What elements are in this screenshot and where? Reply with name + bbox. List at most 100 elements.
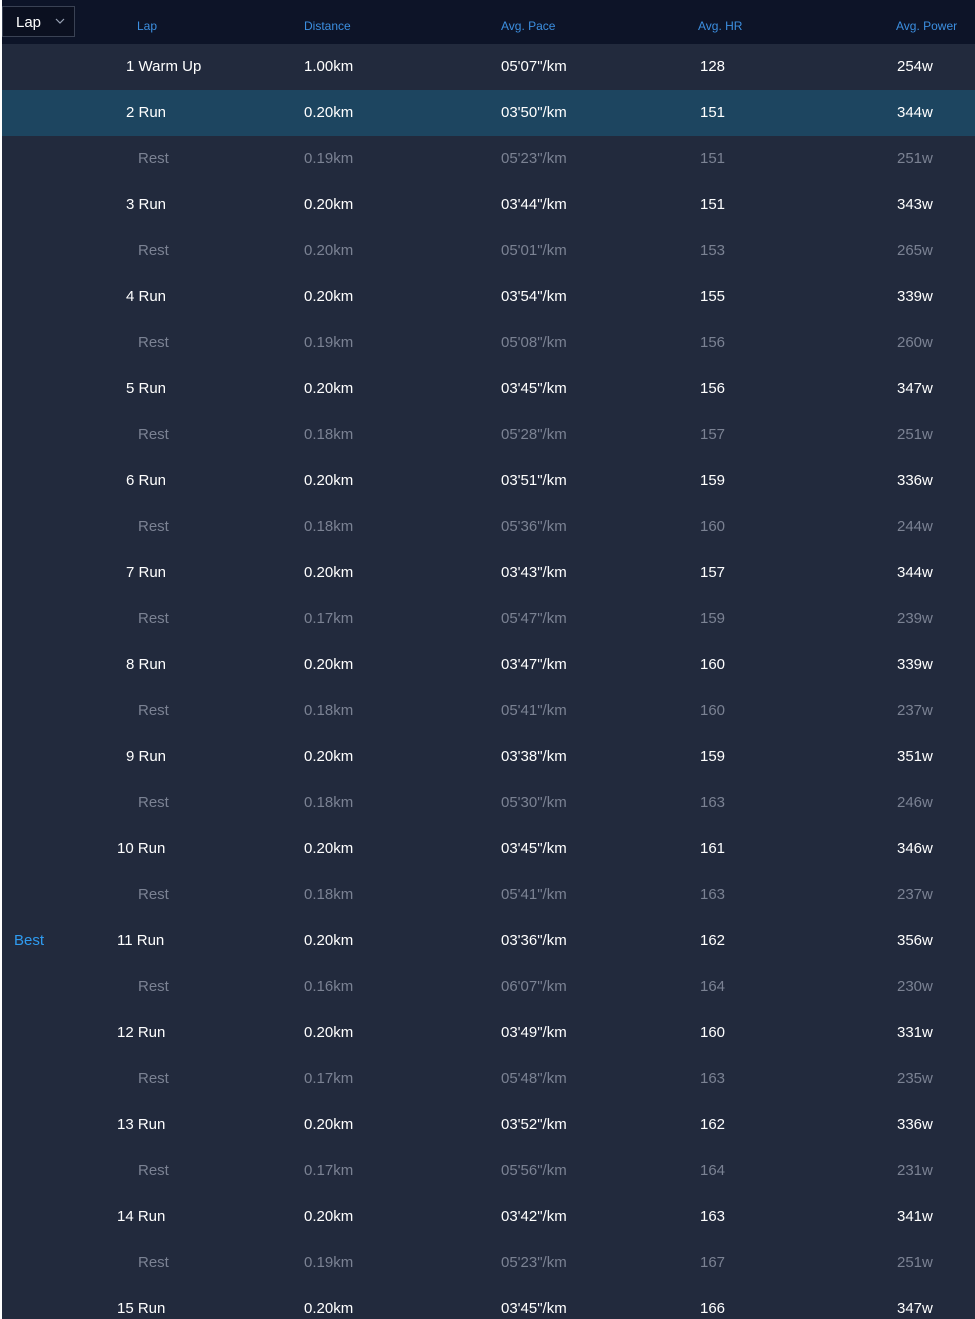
- rest-row[interactable]: Rest 0.20km 05'01"/km 153 265w: [2, 228, 975, 274]
- hr-cell: 166: [700, 1300, 726, 1317]
- distance-cell: 0.20km: [304, 380, 354, 397]
- rest-row[interactable]: Rest 0.18km 05'41"/km 160 237w: [2, 688, 975, 734]
- distance-cell: 0.20km: [304, 656, 354, 673]
- lap-row[interactable]: 9 Run 0.20km 03'38"/km 159 351w: [2, 734, 975, 780]
- pace-cell: 03'51"/km: [501, 472, 567, 489]
- lap-cell: Rest: [138, 1070, 169, 1087]
- lap-row[interactable]: Best 11 Run 0.20km 03'36"/km 162 356w: [2, 918, 975, 964]
- power-cell: 347w: [897, 380, 933, 397]
- hr-cell: 153: [700, 242, 726, 259]
- distance-cell: 0.18km: [304, 794, 354, 811]
- power-cell: 235w: [897, 1070, 933, 1087]
- lap-row[interactable]: 13 Run 0.20km 03'52"/km 162 336w: [2, 1102, 975, 1148]
- lap-row[interactable]: 4 Run 0.20km 03'54"/km 155 339w: [2, 274, 975, 320]
- hr-cell: 151: [700, 104, 726, 121]
- lap-cell: Rest: [138, 334, 169, 351]
- column-header-distance[interactable]: Distance: [304, 19, 351, 33]
- pace-cell: 05'41"/km: [501, 886, 567, 903]
- power-cell: 230w: [897, 978, 933, 995]
- lap-cell: 14 Run: [117, 1208, 166, 1225]
- pace-cell: 03'43"/km: [501, 564, 567, 581]
- pace-cell: 03'36"/km: [501, 932, 567, 949]
- column-header-avg-hr[interactable]: Avg. HR: [698, 19, 742, 33]
- lap-row[interactable]: 1 Warm Up 1.00km 05'07"/km 128 254w: [2, 44, 975, 90]
- lap-row[interactable]: 15 Run 0.20km 03'45"/km 166 347w: [2, 1286, 975, 1319]
- hr-cell: 157: [700, 564, 726, 581]
- distance-cell: 0.19km: [304, 150, 354, 167]
- lap-cell: Rest: [138, 978, 169, 995]
- distance-cell: 0.19km: [304, 334, 354, 351]
- pace-cell: 03'47"/km: [501, 656, 567, 673]
- rest-row[interactable]: Rest 0.17km 05'47"/km 159 239w: [2, 596, 975, 642]
- power-cell: 336w: [897, 1116, 933, 1133]
- lap-cell: Rest: [138, 794, 169, 811]
- pace-cell: 05'41"/km: [501, 702, 567, 719]
- rest-row[interactable]: Rest 0.19km 05'23"/km 167 251w: [2, 1240, 975, 1286]
- rest-row[interactable]: Rest 0.18km 05'30"/km 163 246w: [2, 780, 975, 826]
- lap-cell: 8 Run: [126, 656, 167, 673]
- hr-cell: 160: [700, 656, 726, 673]
- power-cell: 231w: [897, 1162, 933, 1179]
- laps-panel: Lap Lap Distance Avg. Pace Avg. HR Avg. …: [2, 0, 975, 1319]
- rest-row[interactable]: Rest 0.18km 05'36"/km 160 244w: [2, 504, 975, 550]
- distance-cell: 0.17km: [304, 610, 354, 627]
- chevron-down-icon: [55, 18, 65, 24]
- power-cell: 346w: [897, 840, 933, 857]
- lap-row[interactable]: 14 Run 0.20km 03'42"/km 163 341w: [2, 1194, 975, 1240]
- lap-row[interactable]: 6 Run 0.20km 03'51"/km 159 336w: [2, 458, 975, 504]
- rest-row[interactable]: Rest 0.18km 05'28"/km 157 251w: [2, 412, 975, 458]
- rest-row[interactable]: Rest 0.19km 05'08"/km 156 260w: [2, 320, 975, 366]
- hr-cell: 160: [700, 1024, 726, 1041]
- lap-row[interactable]: 5 Run 0.20km 03'45"/km 156 347w: [2, 366, 975, 412]
- lap-row[interactable]: 7 Run 0.20km 03'43"/km 157 344w: [2, 550, 975, 596]
- pace-cell: 03'54"/km: [501, 288, 567, 305]
- power-cell: 347w: [897, 1300, 933, 1317]
- pace-cell: 03'50"/km: [501, 104, 567, 121]
- hr-cell: 151: [700, 150, 726, 167]
- hr-cell: 163: [700, 1070, 726, 1087]
- hr-cell: 160: [700, 702, 726, 719]
- power-cell: 339w: [897, 656, 933, 673]
- column-header-lap[interactable]: Lap: [137, 19, 157, 33]
- power-cell: 251w: [897, 426, 933, 443]
- lap-cell: 3 Run: [126, 196, 167, 213]
- lap-cell: 15 Run: [117, 1300, 166, 1317]
- pace-cell: 03'44"/km: [501, 196, 567, 213]
- distance-cell: 0.20km: [304, 748, 354, 765]
- pace-cell: 05'47"/km: [501, 610, 567, 627]
- distance-cell: 0.19km: [304, 1254, 354, 1271]
- distance-cell: 1.00km: [304, 58, 354, 75]
- distance-cell: 0.18km: [304, 886, 354, 903]
- lap-cell: 7 Run: [126, 564, 167, 581]
- pace-cell: 03'38"/km: [501, 748, 567, 765]
- lap-row[interactable]: 2 Run 0.20km 03'50"/km 151 344w: [2, 90, 975, 136]
- rest-row[interactable]: Rest 0.19km 05'23"/km 151 251w: [2, 136, 975, 182]
- rest-row[interactable]: Rest 0.17km 05'48"/km 163 235w: [2, 1056, 975, 1102]
- pace-cell: 03'45"/km: [501, 1300, 567, 1317]
- power-cell: 237w: [897, 886, 933, 903]
- hr-cell: 159: [700, 610, 726, 627]
- rest-row[interactable]: Rest 0.17km 05'56"/km 164 231w: [2, 1148, 975, 1194]
- lap-cell: Rest: [138, 1254, 169, 1271]
- hr-cell: 164: [700, 978, 726, 995]
- rest-row[interactable]: Rest 0.18km 05'41"/km 163 237w: [2, 872, 975, 918]
- lap-selector-dropdown[interactable]: Lap: [2, 6, 75, 37]
- lap-row[interactable]: 10 Run 0.20km 03'45"/km 161 346w: [2, 826, 975, 872]
- power-cell: 339w: [897, 288, 933, 305]
- column-header-avg-power[interactable]: Avg. Power: [896, 19, 957, 33]
- lap-cell: Rest: [138, 702, 169, 719]
- pace-cell: 03'49"/km: [501, 1024, 567, 1041]
- pace-cell: 05'07"/km: [501, 58, 567, 75]
- lap-cell: 5 Run: [126, 380, 167, 397]
- lap-cell: 1 Warm Up: [126, 58, 202, 75]
- lap-row[interactable]: 12 Run 0.20km 03'49"/km 160 331w: [2, 1010, 975, 1056]
- lap-row[interactable]: 8 Run 0.20km 03'47"/km 160 339w: [2, 642, 975, 688]
- rest-row[interactable]: Rest 0.16km 06'07"/km 164 230w: [2, 964, 975, 1010]
- hr-cell: 159: [700, 472, 726, 489]
- hr-cell: 157: [700, 426, 726, 443]
- column-header-avg-pace[interactable]: Avg. Pace: [501, 19, 555, 33]
- lap-row[interactable]: 3 Run 0.20km 03'44"/km 151 343w: [2, 182, 975, 228]
- power-cell: 244w: [897, 518, 933, 535]
- lap-cell: Rest: [138, 886, 169, 903]
- pace-cell: 05'01"/km: [501, 242, 567, 259]
